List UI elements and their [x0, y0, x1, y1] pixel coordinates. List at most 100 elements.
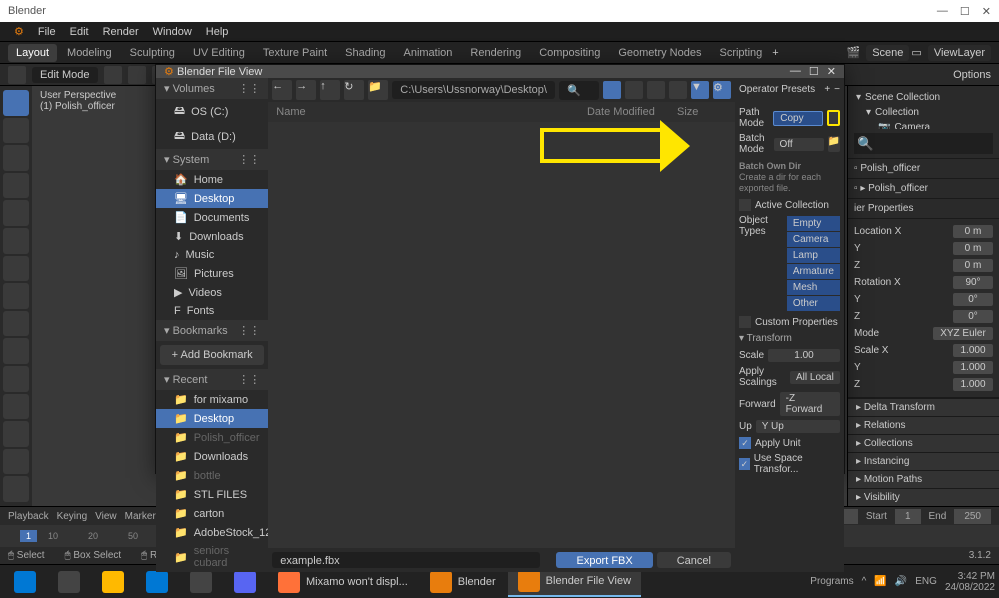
tray-lang[interactable]: ENG	[915, 576, 937, 587]
rot-x[interactable]: 90°	[953, 276, 993, 289]
scale-input[interactable]: 1.00	[768, 349, 840, 362]
tool-cursor[interactable]	[3, 118, 29, 144]
applyunit-check[interactable]: ✓	[739, 437, 751, 449]
batchmode-select[interactable]: Off	[774, 138, 824, 151]
menu-render[interactable]: Render	[97, 24, 145, 40]
preset-del-icon[interactable]: −	[834, 84, 840, 95]
tab-sculpting[interactable]: Sculpting	[122, 44, 183, 62]
tray-wifi-icon[interactable]: 📶	[874, 576, 886, 587]
recent-desktop[interactable]: 📁Desktop	[156, 409, 268, 428]
scene-selector[interactable]: Scene	[866, 45, 909, 61]
up-select[interactable]: Y Up	[756, 420, 840, 433]
tool-transform[interactable]	[3, 228, 29, 254]
tray-time[interactable]: 3:42 PM	[945, 571, 995, 582]
view-thumb-icon[interactable]	[647, 81, 665, 99]
tool-rotate[interactable]	[3, 173, 29, 199]
end-frame[interactable]: 250	[954, 509, 991, 524]
filename-input[interactable]: example.fbx	[272, 552, 540, 568]
close-icon[interactable]: ✕	[982, 5, 991, 18]
tool-select-box[interactable]	[3, 90, 29, 116]
type-empty[interactable]: Empty	[787, 216, 840, 231]
rot-y[interactable]: 0°	[953, 293, 993, 306]
loc-z[interactable]: 0 m	[953, 259, 993, 272]
tab-modeling[interactable]: Modeling	[59, 44, 120, 62]
panel-delta[interactable]: ▸ Delta Transform	[848, 398, 999, 416]
preset-add-icon[interactable]: +	[824, 84, 830, 95]
tl-playback[interactable]: Playback	[8, 511, 49, 522]
sys-videos[interactable]: ▶Videos	[156, 283, 268, 302]
view-list-icon[interactable]	[603, 81, 621, 99]
scale-y[interactable]: 1.000	[953, 361, 993, 374]
loc-x[interactable]: 0 m	[953, 225, 993, 238]
dialog-close-icon[interactable]: ✕	[827, 65, 836, 78]
menu-edit[interactable]: Edit	[64, 24, 95, 40]
pathmode-select[interactable]: Copy	[773, 111, 823, 126]
sys-home[interactable]: 🏠Home	[156, 170, 268, 189]
tab-geonodes[interactable]: Geometry Nodes	[610, 44, 709, 62]
tool-annotate[interactable]	[3, 256, 29, 282]
blender-logo-icon[interactable]: ⚙	[8, 23, 30, 40]
tray-date[interactable]: 24/08/2022	[945, 582, 995, 593]
loc-y[interactable]: 0 m	[953, 242, 993, 255]
dialog-min-icon[interactable]: —	[790, 65, 801, 78]
tab-scripting[interactable]: Scripting	[711, 44, 770, 62]
tool-move[interactable]	[3, 145, 29, 171]
filter-icon[interactable]: ▼	[691, 81, 709, 99]
sort-icon[interactable]	[669, 81, 687, 99]
tab-shading[interactable]: Shading	[337, 44, 393, 62]
menu-file[interactable]: File	[32, 24, 62, 40]
recent-seniors[interactable]: 📁seniors cubard	[156, 542, 268, 572]
col-size[interactable]: Size	[677, 106, 727, 118]
nav-fwd-icon[interactable]: →	[296, 80, 316, 100]
recent-polish[interactable]: 📁Polish_officer	[156, 428, 268, 447]
panel-motionpaths[interactable]: ▸ Motion Paths	[848, 470, 999, 488]
tool-bevel[interactable]	[3, 394, 29, 420]
tray-chevron-icon[interactable]: ^	[862, 576, 867, 587]
nav-newfolder-icon[interactable]: 📁	[368, 80, 388, 100]
menu-help[interactable]: Help	[200, 24, 235, 40]
tool-polybuild[interactable]	[3, 476, 29, 502]
outliner[interactable]: ▾Scene Collection ▾Collection 📷Camera 💡L…	[848, 86, 999, 129]
applyscalings-select[interactable]: All Local	[790, 371, 840, 384]
batch-own-dir-icon[interactable]: 📁	[828, 136, 840, 152]
panel-visibility[interactable]: ▸ Visibility	[848, 488, 999, 506]
type-armature[interactable]: Armature	[787, 264, 840, 279]
recent-adobe[interactable]: 📁AdobeStock_125101917	[156, 523, 268, 542]
tab-animation[interactable]: Animation	[396, 44, 461, 62]
nav-refresh-icon[interactable]: ↻	[344, 80, 364, 100]
presets-label[interactable]: Operator Presets	[739, 84, 820, 95]
tab-texture[interactable]: Texture Paint	[255, 44, 335, 62]
viewlayer-selector[interactable]: ViewLayer	[928, 45, 991, 61]
outliner-scene-collection[interactable]: ▾Scene Collection	[852, 90, 995, 105]
settings-icon[interactable]: ⚙	[713, 81, 731, 99]
rot-mode[interactable]: XYZ Euler	[933, 327, 993, 340]
system-header[interactable]: ▾ System⋮⋮	[156, 149, 268, 170]
start-frame[interactable]: 1	[895, 509, 921, 524]
type-camera[interactable]: Camera	[787, 232, 840, 247]
tab-rendering[interactable]: Rendering	[462, 44, 529, 62]
options-label[interactable]: Options	[953, 69, 991, 81]
rot-z[interactable]: 0°	[953, 310, 993, 323]
active-collection-check[interactable]	[739, 199, 751, 211]
col-date[interactable]: Date Modified	[587, 106, 677, 118]
sys-pictures[interactable]: 🖼Pictures	[156, 264, 268, 283]
outliner-search[interactable]	[854, 133, 993, 154]
cancel-button[interactable]: Cancel	[657, 552, 731, 568]
recent-carton[interactable]: 📁carton	[156, 504, 268, 523]
dialog-max-icon[interactable]: ☐	[809, 65, 819, 78]
sys-documents[interactable]: 📄Documents	[156, 208, 268, 227]
vert-select-icon[interactable]	[104, 66, 122, 84]
tb-start[interactable]	[4, 567, 46, 597]
volumes-header[interactable]: ▾ Volumes⋮⋮	[156, 78, 268, 99]
bookmarks-header[interactable]: ▾ Bookmarks⋮⋮	[156, 320, 268, 341]
menu-window[interactable]: Window	[147, 24, 198, 40]
tab-compositing[interactable]: Compositing	[531, 44, 608, 62]
maximize-icon[interactable]: ☐	[960, 5, 970, 18]
search-input[interactable]: 🔍	[559, 81, 599, 100]
recent-bottle[interactable]: 📁bottle	[156, 466, 268, 485]
playhead[interactable]: 1	[20, 530, 37, 542]
tool-measure[interactable]	[3, 283, 29, 309]
vol-data[interactable]: 🖴Data (D:)	[156, 124, 268, 149]
dialog-titlebar[interactable]: ⚙ Blender File View — ☐ ✕	[156, 65, 844, 78]
type-other[interactable]: Other	[787, 296, 840, 311]
